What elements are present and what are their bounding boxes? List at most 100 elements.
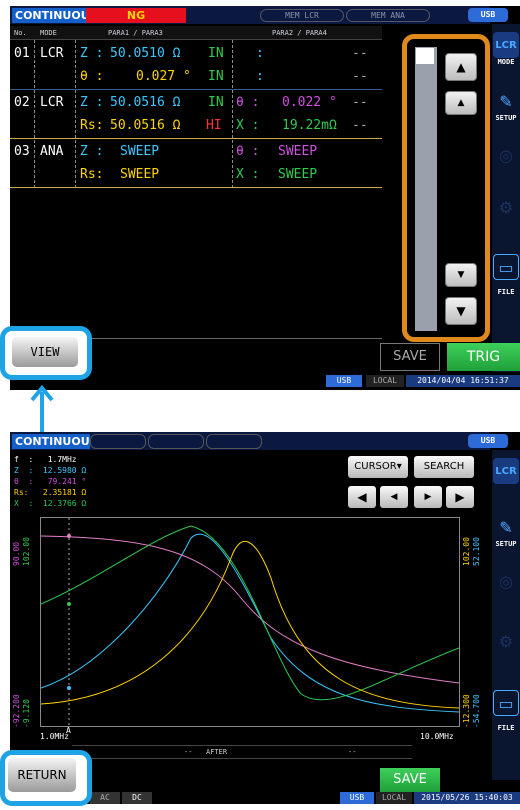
setup-label: SETUP <box>495 114 517 122</box>
scroll-page-down-button[interactable]: ▼ <box>445 297 477 325</box>
cursor-x: X : 12.3766 Ω <box>14 499 87 508</box>
row-no: 01 <box>14 46 30 61</box>
gear-icon: ⚙ <box>498 197 514 217</box>
usb-indicator: USB <box>468 434 508 448</box>
cursor-z: Z : 12.5980 Ω <box>14 466 87 475</box>
theta-cursor-marker <box>67 534 71 538</box>
disabled-button: ⚙ <box>492 194 520 220</box>
setup-button[interactable]: ✎ SETUP <box>492 514 520 549</box>
table-row[interactable]: Rs: SWEEP X : SWEEP <box>10 163 382 186</box>
cursor-theta: θ : 79.241 ° <box>14 477 87 486</box>
param-value: 19.22mΩ <box>282 118 337 133</box>
return-button[interactable]: RETURN <box>8 758 76 792</box>
table-row[interactable]: Rs: 50.0516 Ω HI X : 19.22mΩ -- <box>10 114 382 137</box>
table-row[interactable]: θ : 0.027 ° IN : -- <box>10 65 382 88</box>
after-left-value: -- <box>184 748 193 756</box>
cursor-fast-left-button[interactable]: ◀ <box>348 486 376 508</box>
param-judgment: -- <box>352 118 368 133</box>
scroll-down-button[interactable]: ▼ <box>445 263 477 287</box>
local-status: LOCAL <box>376 792 412 804</box>
after-label: AFTER <box>206 748 228 756</box>
row-mode: LCR <box>40 46 64 61</box>
file-button[interactable]: ▭ FILE <box>492 690 520 732</box>
x-start-label: 1.0MHz <box>40 732 69 741</box>
param-symbol: X : <box>236 167 260 182</box>
cursor-dropdown[interactable]: CURSOR▾ <box>348 456 408 478</box>
table-row[interactable]: 02 LCR Z : 50.0516 Ω IN θ : 0.022 ° -- <box>10 91 382 114</box>
file-button[interactable]: ▭ FILE <box>492 254 520 296</box>
rs-trace <box>40 540 460 709</box>
view-button[interactable]: VIEW <box>12 337 78 367</box>
table-header: No. MODE PARA1 / PARA3 PARA2 / PARA4 <box>10 26 382 40</box>
param-judgment: IN <box>208 46 224 61</box>
mem-ana-tab[interactable]: MEM ANA <box>346 9 430 22</box>
trig-button[interactable]: TRIG <box>447 343 520 371</box>
mode-label: MODE <box>497 58 515 66</box>
param-symbol: : <box>256 46 264 61</box>
cursor-left-button[interactable]: ◀ <box>380 486 408 508</box>
mode-button[interactable]: LCR MODE <box>492 32 520 66</box>
left-axis-bottom-label: -9.120 <box>22 699 31 728</box>
theta-trace <box>40 535 460 684</box>
sweep-graph[interactable] <box>40 517 460 727</box>
scroll-up-button[interactable]: ▲ <box>445 91 477 115</box>
triangle-up-icon: ▲ <box>457 98 465 108</box>
compare-bar: -- AFTER -- <box>72 745 412 759</box>
mem-lcr-tab[interactable]: MEM LCR <box>260 9 344 22</box>
mode-title: CONTINUOUS <box>12 8 98 23</box>
triangle-left-icon: ◀ <box>357 490 367 504</box>
mode-title: CONTINUOUS <box>12 434 98 449</box>
triangle-right-icon: ▶ <box>424 492 432 502</box>
target-icon: ◎ <box>499 571 513 591</box>
disabled-button: ◎ <box>492 142 520 168</box>
wrench-icon: ✎ <box>499 517 513 537</box>
left-axis-top-label: 102.00 <box>22 537 31 566</box>
x-cursor-marker <box>67 602 71 606</box>
mode-button[interactable]: LCR <box>492 458 520 484</box>
z-cursor-marker <box>67 686 71 690</box>
scrollbar-thumb[interactable] <box>416 48 434 64</box>
title-bar: CONTINUOUS NG MEM LCR MEM ANA <box>10 6 490 24</box>
row-divider <box>10 187 382 188</box>
header-mode: MODE <box>40 29 57 37</box>
scrollbar[interactable] <box>415 47 437 331</box>
param-symbol: θ : <box>80 69 104 84</box>
local-status: LOCAL <box>366 375 404 387</box>
scroll-page-up-button[interactable]: ▲ <box>445 53 477 81</box>
title-bar: CONTINUOUS <box>10 432 490 450</box>
param-value: 0.022 ° <box>282 95 337 110</box>
datetime: 2015/05/26 15:40:03 <box>414 792 520 804</box>
tab[interactable] <box>206 434 262 449</box>
disabled-button: ◎ <box>492 568 520 594</box>
datetime: 2014/04/04 16:51:37 <box>406 375 520 387</box>
after-right-value: -- <box>348 748 357 756</box>
cursor-right-button[interactable]: ▶ <box>414 486 442 508</box>
cursor-fast-right-button[interactable]: ▶ <box>446 486 474 508</box>
setup-label: SETUP <box>495 540 517 548</box>
row-mode: LCR <box>40 95 64 110</box>
param-value: 0.027 ° <box>136 69 191 84</box>
row-no: 02 <box>14 95 30 110</box>
lcr-icon: LCR <box>493 458 519 484</box>
right-axis-bottom-label: -54.700 <box>472 694 481 728</box>
cursor-frequency: f : 1.7MHz <box>14 455 77 464</box>
file-label: FILE <box>497 288 515 296</box>
table-row[interactable]: 01 LCR Z : 50.0510 Ω IN : -- <box>10 42 382 65</box>
param-judgment: -- <box>352 69 368 84</box>
tab[interactable] <box>90 434 146 449</box>
setup-button[interactable]: ✎ SETUP <box>492 88 520 123</box>
param-judgment: -- <box>352 46 368 61</box>
param-value: 50.0516 Ω <box>110 95 181 110</box>
param-value: SWEEP <box>278 167 318 182</box>
search-button[interactable]: SEARCH <box>414 456 474 478</box>
table-row[interactable]: 03 ANA Z : SWEEP θ : SWEEP <box>10 140 382 163</box>
usb-status: USB <box>340 792 374 804</box>
target-icon: ◎ <box>499 145 513 165</box>
param-judgment: HI <box>206 118 222 133</box>
file-label: FILE <box>497 724 515 732</box>
save-button[interactable]: SAVE <box>380 343 440 371</box>
row-mode: ANA <box>40 144 64 159</box>
save-button[interactable]: SAVE <box>380 768 440 792</box>
tab[interactable] <box>148 434 204 449</box>
dc-indicator: DC <box>122 792 152 804</box>
